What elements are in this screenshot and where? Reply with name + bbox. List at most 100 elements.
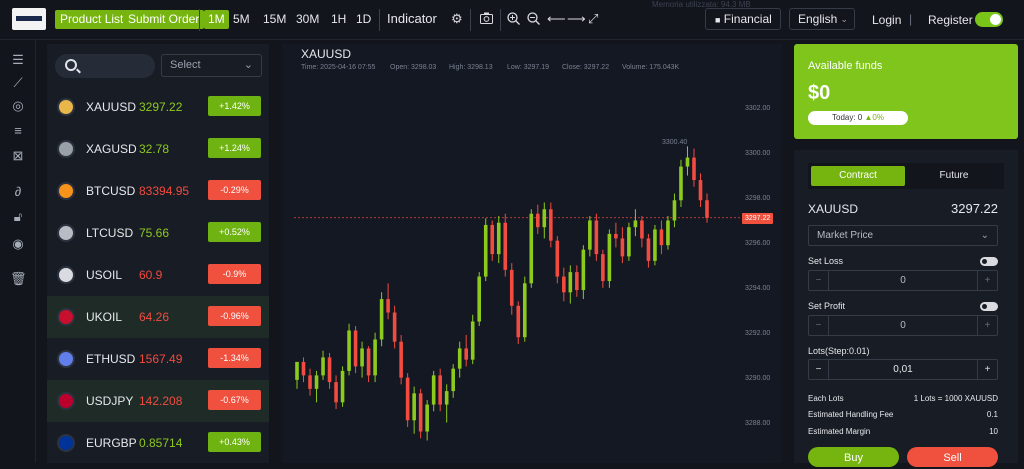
watchlist-row[interactable]: UKOIL 64.26 -0.96% [47,296,269,338]
tab-future[interactable]: Future [907,166,1001,186]
login-register-divider: | [909,12,913,26]
plus-icon[interactable]: + [977,316,997,335]
watchlist-row[interactable]: USDJPY 142.208 -0.67% [47,380,269,422]
buy-button[interactable]: Buy [808,447,899,467]
watchlist-row[interactable]: XAGUSD 32.78 +1.24% [47,128,269,170]
timeframe-1h[interactable]: 1H [331,12,346,26]
stop-loss-value[interactable]: 0 [829,271,977,290]
plus-icon[interactable]: + [977,271,997,290]
pattern-tool-icon[interactable]: ⊠ [10,148,26,164]
brand-logo[interactable] [12,8,46,30]
fee-label: Estimated Handling Fee [808,410,894,419]
candle [542,202,547,239]
register-link[interactable]: Register [928,13,973,27]
take-profit-stepper[interactable]: − 0 + [808,315,998,336]
set-profit-label: Set Profit [808,301,846,311]
watchlist-panel: Select ⌄ XAUUSD 3297.22 +1.42% XAGUSD 32.78 +1… [47,44,269,463]
lots-value[interactable]: 0,01 [829,360,977,379]
candle [529,209,534,288]
candle [321,350,325,380]
top-toolbar: Product List Submit Order 1M 5M 15M 30M … [0,0,1024,40]
language-select[interactable]: English ⌄ [789,8,855,30]
change-badge: -0.29% [208,180,261,200]
arrow-left-icon[interactable]: ⟵ [547,12,566,26]
lots-stepper[interactable]: − 0,01 + [808,359,998,380]
sell-button[interactable]: Sell [907,447,998,467]
watchlist-row[interactable]: XAUUSD 3297.22 +1.42% [47,86,269,128]
toolbar-divider [379,9,380,31]
horizontal-line-tool-icon[interactable]: ☰ [10,52,26,68]
set-profit-toggle[interactable] [980,302,998,311]
candle [705,193,709,223]
fibonacci-tool-icon[interactable]: ≡ [10,123,26,139]
watchlist-row[interactable]: USOIL 60.9 -0.9% [47,254,269,296]
candle [568,265,573,304]
zoom-in-icon[interactable] [507,12,520,28]
today-pnl-badge: Today: 0 ▲0% [808,111,908,125]
set-loss-label: Set Loss [808,256,844,266]
candle [412,386,416,434]
timeframe-1d[interactable]: 1D [356,12,371,26]
trend-line-tool-icon[interactable]: ⟋ [10,75,26,91]
search-input[interactable] [55,54,155,78]
indicator-button[interactable]: Indicator [387,11,437,26]
financial-button[interactable]: ■ Financial [705,8,781,30]
minus-icon[interactable]: − [809,271,829,290]
currency-flag-icon [57,266,75,284]
currency-flag-icon [57,350,75,368]
submit-order-button[interactable]: Submit Order [123,10,205,29]
fullscreen-icon[interactable]: ⤢ [588,12,598,26]
arrow-right-icon[interactable]: ⟶ [567,12,586,26]
candle [588,215,592,257]
trade-panel: Contract Future XAUUSD 3297.22 Market Pr… [794,150,1018,463]
take-profit-value[interactable]: 0 [829,316,977,335]
magnet-link-icon[interactable]: ∂ [10,184,26,200]
order-type-select[interactable]: Market Price ⌄ [808,225,998,246]
currency-flag-icon [57,308,75,326]
stop-loss-stepper[interactable]: − 0 + [808,270,998,291]
candle [366,346,371,383]
settings-gear-icon[interactable]: ⚙ [451,12,463,26]
set-loss-toggle[interactable] [980,257,998,266]
product-list-button[interactable]: Product List [55,10,129,29]
visibility-eye-icon[interactable]: ◉ [10,236,26,252]
trash-icon[interactable]: 🗑︎ [10,271,27,287]
candle [386,283,390,320]
change-badge: -0.9% [208,264,261,284]
drawing-toolbar: ☰ ⟋ ◎ ≡ ⊠ ∂ 🔓︎ ◉ 🗑︎ [0,40,36,463]
watchlist-price: 83394.95 [139,184,190,198]
tab-contract[interactable]: Contract [811,166,905,186]
minus-icon[interactable]: − [809,316,829,335]
theme-toggle[interactable] [975,12,1003,27]
camera-icon[interactable] [480,12,493,27]
price-chart[interactable]: XAUUSD Time: 2025-04-16 07:55 Open: 3298… [282,44,782,463]
candle [340,366,345,407]
candle [399,334,403,385]
candle [607,229,612,288]
category-select[interactable]: Select ⌄ [161,54,262,77]
watchlist-row[interactable]: LTCUSD 75.66 +0.52% [47,212,269,254]
price-axis-tick: 3298.00 [745,195,771,203]
change-badge: -0.67% [208,390,261,410]
watchlist-row[interactable]: EURGBP 0.85714 +0.43% [47,422,269,464]
circle-tool-icon[interactable]: ◎ [10,98,26,114]
timeframe-5m[interactable]: 5M [233,12,250,26]
minus-icon[interactable]: − [809,360,829,379]
candle [594,213,599,261]
currency-flag-icon [57,224,75,242]
plus-icon[interactable]: + [977,360,997,379]
candle [295,361,299,389]
lock-icon[interactable]: 🔓︎ [10,209,26,225]
timeframe-15m[interactable]: 15M [263,12,286,26]
timeframe-30m[interactable]: 30M [296,12,319,26]
login-link[interactable]: Login [872,13,901,27]
watchlist-row[interactable]: ETHUSD 1567.49 -1.34% [47,338,269,380]
watchlist-row[interactable]: BTCUSD 83394.95 -0.29% [47,170,269,212]
change-badge: -0.96% [208,306,261,326]
zoom-out-icon[interactable] [527,12,540,28]
candle [555,236,560,284]
each-lots-label: Each Lots [808,394,844,403]
timeframe-1m[interactable]: 1M [204,10,229,29]
change-badge: +1.24% [208,138,261,158]
candle [431,370,436,412]
